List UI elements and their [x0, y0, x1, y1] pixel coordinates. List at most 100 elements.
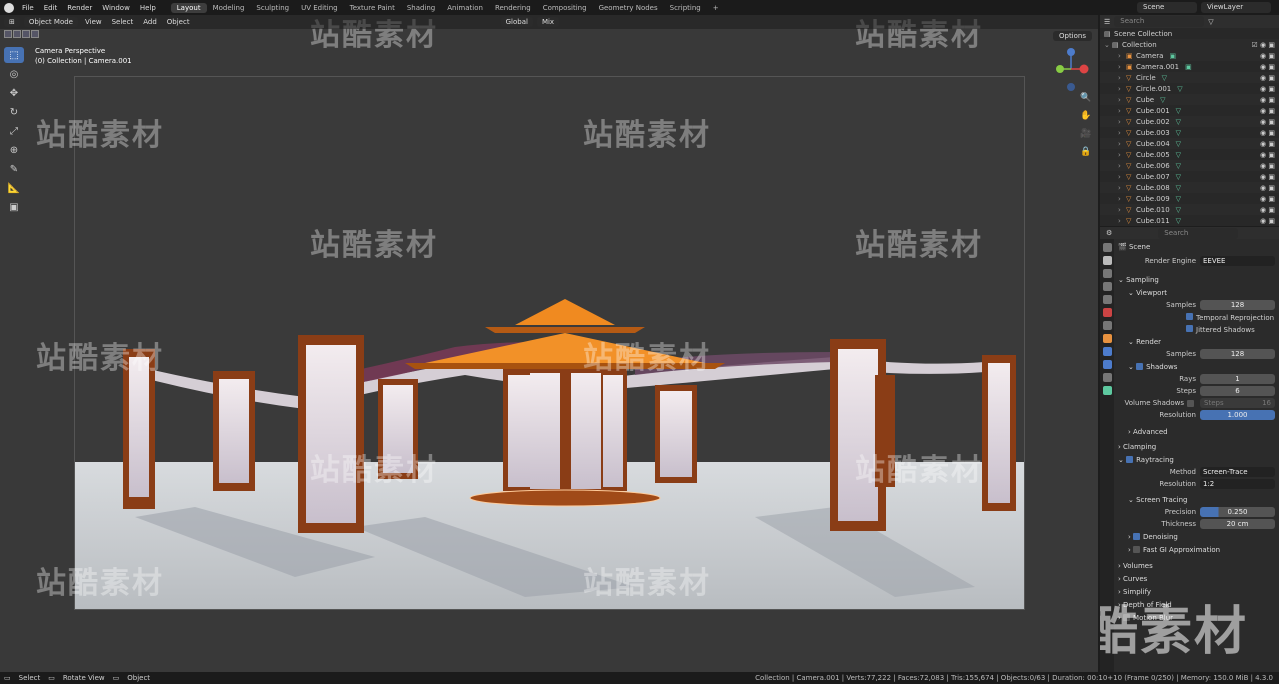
lock-icon[interactable]: 🔒 — [1080, 147, 1092, 159]
snap-mix-dropdown[interactable]: Mix — [536, 17, 560, 27]
visibility-icons[interactable]: ◉ ▣ — [1260, 206, 1275, 214]
sampling-section[interactable]: ⌄ Sampling — [1116, 273, 1279, 286]
expand-chevron-icon[interactable]: › — [1118, 74, 1126, 82]
tool-tab-icon[interactable] — [1102, 243, 1112, 252]
outliner-item[interactable]: › ▽ Circle ▽ ◉ ▣ — [1100, 72, 1279, 83]
volume-shadows-checkbox[interactable] — [1187, 399, 1194, 407]
transform-tool-icon[interactable]: ⊕ — [4, 142, 24, 158]
options-dropdown[interactable]: Options — [1052, 31, 1092, 41]
fast-gi-subsection[interactable]: › Fast GI Approximation — [1116, 543, 1279, 556]
visibility-icons[interactable]: ◉ ▣ — [1260, 118, 1275, 126]
tab-sculpting[interactable]: Sculpting — [250, 3, 295, 13]
expand-chevron-icon[interactable]: › — [1118, 195, 1126, 203]
shadows-subsection[interactable]: ⌄ Shadows — [1116, 360, 1279, 373]
menu-render[interactable]: Render — [62, 4, 97, 12]
raytracing-checkbox[interactable] — [1126, 456, 1134, 463]
camera-data-icon[interactable]: ▣ — [1169, 52, 1176, 60]
rotate-tool-icon[interactable]: ↻ — [4, 104, 24, 120]
tab-geometry-nodes[interactable]: Geometry Nodes — [593, 3, 664, 13]
expand-chevron-icon[interactable]: › — [1118, 162, 1126, 170]
visibility-icons[interactable]: ◉ ▣ — [1260, 217, 1275, 225]
outliner-item[interactable]: › ▽ Cube.008 ▽ ◉ ▣ — [1100, 182, 1279, 193]
outliner-item[interactable]: › ▽ Cube.001 ▽ ◉ ▣ — [1100, 105, 1279, 116]
3d-viewport[interactable]: ⊞ Object Mode View Select Add Object Glo… — [0, 15, 1098, 672]
expand-chevron-icon[interactable]: › — [1118, 118, 1126, 126]
mode-dropdown[interactable]: Object Mode — [23, 17, 78, 27]
temporal-reprojection-checkbox[interactable] — [1186, 312, 1193, 320]
filter-icon[interactable]: ▽ — [1208, 18, 1213, 26]
denoising-subsection[interactable]: › Denoising — [1116, 530, 1279, 543]
visibility-icons[interactable]: ◉ ▣ — [1260, 129, 1275, 137]
cursor-tool-icon[interactable]: ◎ — [4, 66, 24, 82]
outliner-item[interactable]: › ▽ Cube.003 ▽ ◉ ▣ — [1100, 127, 1279, 138]
mesh-data-icon[interactable]: ▽ — [1162, 74, 1167, 82]
zoom-icon[interactable]: 🔍 — [1080, 93, 1092, 105]
outliner-search-input[interactable]: Search — [1114, 16, 1205, 27]
mesh-data-icon[interactable]: ▽ — [1176, 206, 1181, 214]
pan-hand-icon[interactable]: ✋ — [1080, 111, 1092, 123]
menu-add[interactable]: Add — [140, 18, 160, 26]
shadows-checkbox[interactable] — [1136, 363, 1144, 370]
outliner-item[interactable]: › ▽ Cube.006 ▽ ◉ ▣ — [1100, 160, 1279, 171]
volumes-section[interactable]: › Volumes — [1116, 559, 1279, 572]
blender-logo-icon[interactable] — [4, 2, 14, 13]
screen-tracing-subsection[interactable]: ⌄ Screen Tracing — [1116, 493, 1279, 506]
editor-type-icon[interactable]: ⚙ — [1106, 229, 1112, 237]
mesh-data-icon[interactable]: ▽ — [1176, 217, 1181, 225]
curves-section[interactable]: › Curves — [1116, 572, 1279, 585]
outliner-item[interactable]: › ▽ Circle.001 ▽ ◉ ▣ — [1100, 83, 1279, 94]
tab-rendering[interactable]: Rendering — [489, 3, 537, 13]
menu-help[interactable]: Help — [135, 4, 161, 12]
tab-animation[interactable]: Animation — [441, 3, 489, 13]
viewport-subsection[interactable]: ⌄ Viewport — [1116, 286, 1279, 299]
expand-chevron-icon[interactable]: › — [1118, 96, 1126, 104]
denoising-checkbox[interactable] — [1133, 533, 1141, 540]
expand-chevron-icon[interactable]: › — [1118, 184, 1126, 192]
jittered-shadows-checkbox[interactable] — [1186, 324, 1193, 332]
scene-tab-icon[interactable] — [1102, 295, 1112, 304]
tab-modeling[interactable]: Modeling — [207, 3, 251, 13]
outliner-item[interactable]: › ▽ Cube.010 ▽ ◉ ▣ — [1100, 204, 1279, 215]
tab-texture-paint[interactable]: Texture Paint — [344, 3, 401, 13]
select-box-tool-icon[interactable]: ⬚ — [4, 47, 24, 63]
modifier-tab-icon[interactable] — [1102, 347, 1112, 356]
outliner-item[interactable]: › ▽ Cube.004 ▽ ◉ ▣ — [1100, 138, 1279, 149]
expand-chevron-icon[interactable]: › — [1118, 217, 1126, 225]
mesh-data-icon[interactable]: ▽ — [1176, 162, 1181, 170]
display-mode-icon[interactable]: ☰ — [1104, 18, 1110, 26]
expand-chevron-icon[interactable]: › — [1118, 85, 1126, 93]
collection-tab-icon[interactable] — [1102, 321, 1112, 330]
tab-compositing[interactable]: Compositing — [537, 3, 593, 13]
select-mode-buttons[interactable] — [4, 30, 39, 38]
visibility-icons[interactable]: ◉ ▣ — [1260, 74, 1275, 82]
visibility-icons[interactable]: ☑ ◉ ▣ — [1252, 41, 1275, 49]
clamping-section[interactable]: › Clamping — [1116, 440, 1279, 453]
tab-layout[interactable]: Layout — [170, 2, 207, 13]
expand-chevron-icon[interactable]: › — [1118, 206, 1126, 214]
outliner-item[interactable]: › ▣ Camera.001 ▣ ◉ ▣ — [1100, 61, 1279, 72]
outliner-item[interactable]: › ▽ Cube.011 ▽ ◉ ▣ — [1100, 215, 1279, 226]
mesh-data-icon[interactable]: ▽ — [1176, 118, 1181, 126]
outliner-item[interactable]: › ▽ Cube.009 ▽ ◉ ▣ — [1100, 193, 1279, 204]
measure-tool-icon[interactable]: 📐 — [4, 180, 24, 196]
rays-field[interactable]: 1 — [1200, 374, 1275, 384]
constraints-tab-icon[interactable] — [1102, 373, 1112, 382]
shadow-resolution-slider[interactable]: 1.000 — [1200, 410, 1275, 420]
visibility-icons[interactable]: ◉ ▣ — [1260, 195, 1275, 203]
menu-file[interactable]: File — [17, 4, 39, 12]
view-layer-tab-icon[interactable] — [1102, 282, 1112, 291]
expand-chevron-icon[interactable]: ⌄ — [1104, 41, 1112, 49]
mesh-data-icon[interactable]: ▽ — [1176, 129, 1181, 137]
tab-uv-editing[interactable]: UV Editing — [295, 3, 344, 13]
mesh-data-icon[interactable]: ▽ — [1176, 107, 1181, 115]
visibility-icons[interactable]: ◉ ▣ — [1260, 52, 1275, 60]
add-cube-tool-icon[interactable]: ▣ — [4, 199, 24, 215]
outliner-item[interactable]: › ▽ Cube ▽ ◉ ▣ — [1100, 94, 1279, 105]
raytracing-section[interactable]: ⌄ Raytracing — [1116, 453, 1279, 466]
expand-chevron-icon[interactable]: › — [1118, 151, 1126, 159]
render-subsection[interactable]: ⌄ Render — [1116, 335, 1279, 348]
menu-view[interactable]: View — [82, 18, 105, 26]
tab-scripting[interactable]: Scripting — [664, 3, 707, 13]
menu-object[interactable]: Object — [164, 18, 193, 26]
menu-select[interactable]: Select — [109, 18, 137, 26]
